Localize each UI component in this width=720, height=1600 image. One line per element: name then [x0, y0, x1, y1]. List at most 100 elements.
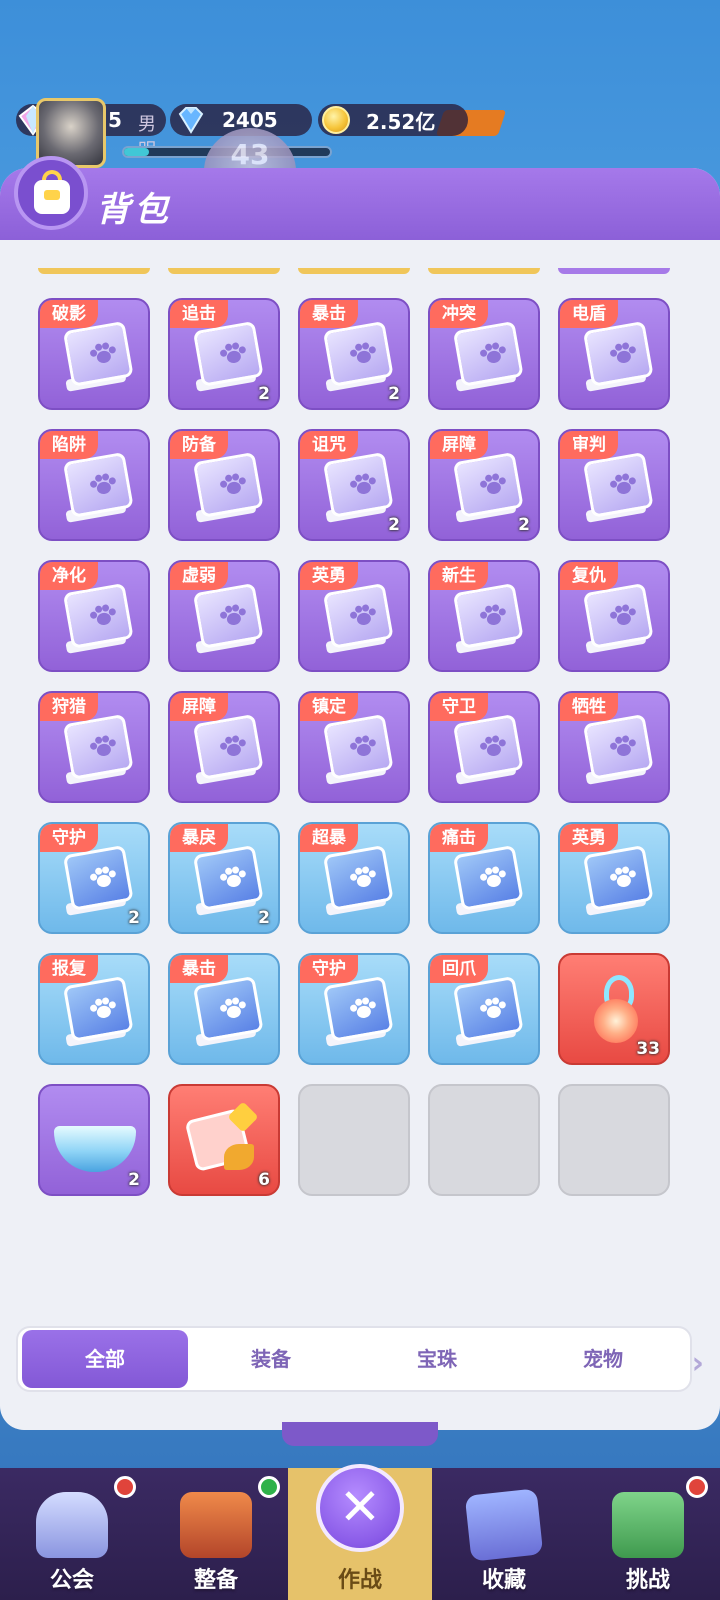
- inventory-item[interactable]: 冲突: [428, 298, 540, 410]
- inventory-item[interactable]: 暴击 2: [298, 298, 410, 410]
- inventory-item[interactable]: 狩猎: [38, 691, 150, 803]
- inventory-item[interactable]: 屏障 2: [428, 429, 540, 541]
- item-tag: 镇定: [300, 693, 358, 721]
- skill-book-icon: [447, 975, 529, 1051]
- inventory-item[interactable]: 暴戾 2: [168, 822, 280, 934]
- item-count: 2: [388, 515, 400, 535]
- tab-pets[interactable]: 宠物: [520, 1330, 686, 1388]
- inventory-item[interactable]: 超暴: [298, 822, 410, 934]
- player-level: 5: [108, 108, 122, 132]
- skill-book-icon: [57, 320, 139, 396]
- skill-book-icon: [447, 844, 529, 920]
- inventory-item[interactable]: 英勇: [558, 822, 670, 934]
- inventory-item[interactable]: 陷阱: [38, 429, 150, 541]
- inventory-item[interactable]: 新生: [428, 560, 540, 672]
- tab-all[interactable]: 全部: [22, 1330, 188, 1388]
- item-tag: 屏障: [170, 693, 228, 721]
- inventory-item[interactable]: 审判: [558, 429, 670, 541]
- skill-book-icon: [447, 320, 529, 396]
- skill-book-icon: [577, 713, 659, 789]
- previous-row-peek: [0, 268, 720, 274]
- item-tag: 复仇: [560, 562, 618, 590]
- inventory-item[interactable]: 追击 2: [168, 298, 280, 410]
- inventory-grid[interactable]: 破影 追击 2 暴击 2 冲突 电盾 陷阱 防备 诅咒 2 屏障 2 审判 净化 虚弱 英勇 新生 复仇 狩猎 屏障 镇定…: [0, 268, 720, 1358]
- inventory-item[interactable]: 电盾: [558, 298, 670, 410]
- skill-book-icon: [187, 582, 269, 658]
- item-count: 2: [128, 1170, 140, 1190]
- inventory-item[interactable]: 守护: [298, 953, 410, 1065]
- tab-orbs[interactable]: 宝珠: [354, 1330, 520, 1388]
- inventory-item[interactable]: 回爪: [428, 953, 540, 1065]
- empty-slot: [558, 1084, 670, 1196]
- inventory-item[interactable]: 破影: [38, 298, 150, 410]
- inventory-item[interactable]: 镇定: [298, 691, 410, 803]
- item-tag: 追击: [170, 300, 228, 328]
- skill-book-icon: [187, 844, 269, 920]
- inventory-item[interactable]: 暴击: [168, 953, 280, 1065]
- item-tag: 新生: [430, 562, 488, 590]
- inventory-item[interactable]: 守护 2: [38, 822, 150, 934]
- item-tag: 痛击: [430, 824, 488, 852]
- gold-counter[interactable]: 2.52亿: [318, 104, 468, 136]
- inventory-item[interactable]: 报复: [38, 953, 150, 1065]
- item-tag: 超暴: [300, 824, 358, 852]
- inventory-item[interactable]: 屏障: [168, 691, 280, 803]
- skill-book-icon: [57, 713, 139, 789]
- inventory-item[interactable]: 防备: [168, 429, 280, 541]
- item-tag: 防备: [170, 431, 228, 459]
- inventory-item[interactable]: 痛击: [428, 822, 540, 934]
- top-status-bar: 5 男明 2405 2.52亿: [0, 96, 720, 168]
- inventory-item[interactable]: 牺牲: [558, 691, 670, 803]
- category-tabs: 全部 装备 宝珠 宠物 ›: [16, 1326, 704, 1392]
- item-tag: 守卫: [430, 693, 488, 721]
- item-tag: 净化: [40, 562, 98, 590]
- skill-book-icon: [317, 975, 399, 1051]
- inventory-item[interactable]: 诅咒 2: [298, 429, 410, 541]
- nav-collection[interactable]: 收藏: [432, 1468, 576, 1600]
- tab-equipment[interactable]: 装备: [188, 1330, 354, 1388]
- item-tag: 守护: [40, 824, 98, 852]
- nav-challenge[interactable]: 挑战: [576, 1468, 720, 1600]
- guild-ship-icon: [36, 1492, 108, 1558]
- inventory-item[interactable]: 2: [38, 1084, 150, 1196]
- backpack-icon: [14, 156, 88, 230]
- nav-label: 收藏: [481, 1568, 526, 1593]
- inventory-item[interactable]: 复仇: [558, 560, 670, 672]
- gold-amount: 2.52亿: [366, 109, 436, 134]
- inventory-item[interactable]: 6: [168, 1084, 280, 1196]
- close-button[interactable]: ✕: [316, 1464, 404, 1552]
- skill-book-icon: [447, 451, 529, 527]
- nav-label: 公会: [49, 1568, 94, 1593]
- skill-book-icon: [187, 320, 269, 396]
- skill-book-icon: [577, 844, 659, 920]
- item-tag: 暴戾: [170, 824, 228, 852]
- inventory-item[interactable]: 虚弱: [168, 560, 280, 672]
- inventory-item[interactable]: 33: [558, 953, 670, 1065]
- item-tag: 暴击: [300, 300, 358, 328]
- skill-book-icon: [577, 320, 659, 396]
- item-tag: 虚弱: [170, 562, 228, 590]
- item-count: 6: [258, 1170, 270, 1190]
- inventory-item[interactable]: 净化: [38, 560, 150, 672]
- item-tag: 破影: [40, 300, 98, 328]
- inventory-item[interactable]: 英勇: [298, 560, 410, 672]
- nav-label: 挑战: [625, 1568, 670, 1593]
- fire-orb-icon: [586, 975, 646, 1045]
- skill-book-icon: [57, 451, 139, 527]
- skill-book-icon: [317, 320, 399, 396]
- chevron-right-icon[interactable]: ›: [692, 1346, 704, 1381]
- nav-prepare[interactable]: 整备: [144, 1468, 288, 1600]
- nav-guild[interactable]: 公会: [0, 1468, 144, 1600]
- item-tag: 狩猎: [40, 693, 98, 721]
- panel-title: 背包: [96, 190, 172, 230]
- skill-book-icon: [317, 844, 399, 920]
- skill-book-icon: [187, 975, 269, 1051]
- item-tag: 电盾: [560, 300, 618, 328]
- nav-label: 整备: [193, 1568, 238, 1593]
- item-tag: 报复: [40, 955, 98, 983]
- notification-dot: [114, 1476, 136, 1498]
- skill-book-icon: [317, 582, 399, 658]
- banner-strip: [282, 1422, 438, 1446]
- item-count: 2: [258, 384, 270, 404]
- inventory-item[interactable]: 守卫: [428, 691, 540, 803]
